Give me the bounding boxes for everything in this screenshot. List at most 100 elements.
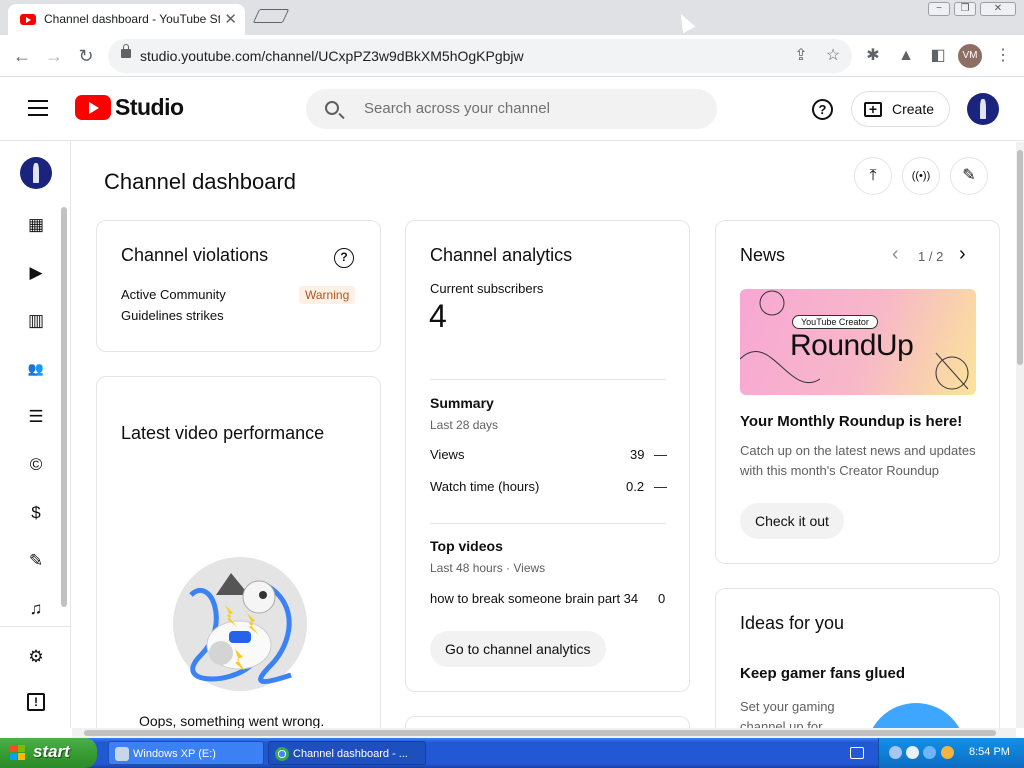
help-icon[interactable]: ?	[812, 99, 833, 120]
subscribers-count: 4	[429, 298, 447, 334]
go-to-analytics-button[interactable]: Go to channel analytics	[430, 631, 606, 667]
browser-toolbar: ← → ↻ studio.youtube.com/channel/UCxpPZ3…	[0, 35, 1024, 77]
news-prev-icon[interactable]: ‹	[892, 243, 899, 266]
volume-icon[interactable]	[906, 746, 919, 759]
search-input[interactable]: Search across your channel	[364, 100, 550, 117]
violations-title: Channel violations	[121, 245, 269, 265]
task-label: Channel dashboard - ...	[293, 748, 408, 760]
youtube-logo-icon[interactable]	[75, 95, 111, 120]
windows-taskbar: start Windows XP (E:) Channel dashboard …	[0, 738, 1024, 768]
system-tray: 8:54 PM	[878, 738, 1024, 768]
search-tray-icon[interactable]	[941, 746, 954, 759]
news-next-icon[interactable]: ›	[959, 243, 966, 266]
community-icon[interactable]: 👥	[24, 357, 48, 381]
dashboard-main: Channel dashboard ⤒ ((•)) ✎ Channel viol…	[72, 142, 1016, 728]
banner-title: RoundUp	[790, 329, 914, 362]
task-label: Windows XP (E:)	[133, 748, 216, 760]
ideas-body: Set your gaming channel up for	[740, 699, 835, 728]
restore-button[interactable]: ❐	[954, 2, 976, 16]
content-icon[interactable]: ▶	[24, 261, 48, 285]
settings-icon[interactable]: ⚙	[24, 645, 48, 669]
minimize-button[interactable]: −	[928, 2, 950, 16]
warning-badge: Warning	[299, 286, 356, 304]
analytics-divider	[430, 523, 666, 524]
news-card: News ‹ 1 / 2 › YouTube Creator RoundUp Y…	[715, 220, 1000, 564]
back-icon[interactable]: ←	[9, 43, 35, 69]
url-text: studio.youtube.com/channel/UCxpPZ3w9dBkX…	[140, 48, 524, 64]
page-scrollbar[interactable]	[1016, 142, 1024, 728]
keyboard-icon[interactable]	[850, 747, 864, 759]
browser-menu-icon[interactable]: ⋮	[992, 45, 1014, 67]
extensions-icon[interactable]: ✱	[862, 45, 884, 67]
ideas-headline: Keep gamer fans glued	[740, 665, 906, 682]
youtube-favicon-icon	[20, 14, 36, 25]
check-it-out-button[interactable]: Check it out	[740, 503, 844, 539]
chrome-icon	[275, 747, 289, 761]
banner-tag: YouTube Creator	[792, 315, 878, 329]
latest-video-title: Latest video performance	[121, 423, 325, 443]
copyright-icon[interactable]: ©	[24, 453, 48, 477]
audio-library-icon[interactable]: ♫	[24, 597, 48, 621]
browser-tab[interactable]: Channel dashboard - YouTube Studio ✕	[8, 4, 245, 35]
page-title: Channel dashboard	[104, 169, 297, 194]
violations-help-icon[interactable]: ?	[334, 248, 354, 268]
earn-icon[interactable]: $	[24, 501, 48, 525]
lock-icon[interactable]	[121, 44, 131, 58]
lab-flask-icon[interactable]: ▲	[895, 45, 917, 67]
customization-icon[interactable]: ✎	[24, 549, 48, 573]
news-body: Catch up on the latest news and updates …	[740, 443, 976, 478]
news-headline: Your Monthly Roundup is here!	[740, 413, 963, 430]
violations-label-line1: Active Community	[121, 287, 226, 302]
subtitles-icon[interactable]: ☰	[24, 405, 48, 429]
close-window-button[interactable]: ✕	[980, 2, 1016, 16]
roundup-banner[interactable]: YouTube Creator RoundUp	[740, 289, 976, 395]
channel-avatar[interactable]	[20, 157, 52, 189]
browser-tab-strip: Channel dashboard - YouTube Studio ✕ − ❐…	[0, 0, 1024, 35]
account-avatar[interactable]	[967, 93, 999, 125]
dashboard-icon[interactable]: ▦	[24, 213, 48, 237]
taskbar-item-windows-xp[interactable]: Windows XP (E:)	[108, 741, 264, 765]
metric-watchtime-label: Watch time (hours)	[430, 479, 540, 494]
forward-icon[interactable]: →	[41, 43, 67, 69]
ideas-card: Ideas for you Keep gamer fans glued Set …	[715, 588, 1000, 728]
analytics-icon[interactable]: ▥	[24, 309, 48, 333]
menu-icon[interactable]	[28, 100, 48, 116]
go-live-icon[interactable]: ((•))	[902, 157, 940, 195]
top-videos-title: Top videos	[430, 538, 503, 554]
horizontal-scrollbar[interactable]	[72, 728, 1016, 738]
feedback-icon[interactable]: !	[27, 693, 45, 711]
sidebar-divider	[0, 626, 71, 627]
sidebar-scrollbar[interactable]	[61, 207, 67, 607]
metric-views-value: 39	[630, 447, 645, 462]
share-icon[interactable]: ⇪	[790, 45, 812, 67]
create-button[interactable]: + Create	[851, 91, 950, 127]
channel-violations-card: Channel violations ? Active Community Gu…	[96, 220, 381, 352]
create-post-icon[interactable]: ✎	[950, 157, 988, 195]
taskbar-item-chrome[interactable]: Channel dashboard - ...	[268, 741, 426, 765]
address-bar[interactable]: studio.youtube.com/channel/UCxpPZ3w9dBkX…	[108, 39, 852, 73]
search-icon[interactable]	[325, 101, 339, 115]
summary-title: Summary	[430, 395, 494, 411]
side-panel-icon[interactable]: ◧	[927, 45, 949, 67]
start-button[interactable]: start	[0, 738, 97, 768]
drive-icon	[115, 747, 129, 761]
summary-period: Last 28 days	[430, 418, 499, 432]
security-icon[interactable]	[923, 746, 936, 759]
tab-close-icon[interactable]: ✕	[224, 10, 237, 28]
upload-icon[interactable]: ⤒	[854, 157, 892, 195]
browser-profile-avatar[interactable]: VM	[958, 44, 982, 68]
news-title: News	[740, 245, 786, 265]
search-box[interactable]: Search across your channel	[306, 89, 717, 129]
bookmark-star-icon[interactable]: ☆	[822, 45, 844, 67]
windows-flag-icon	[10, 745, 26, 761]
create-label: Create	[892, 101, 935, 117]
new-tab-button[interactable]	[252, 9, 290, 23]
tab-title: Channel dashboard - YouTube Studio	[44, 12, 220, 26]
top-video-title[interactable]: how to break someone brain part 34	[430, 591, 638, 606]
top-video-views: 0	[658, 591, 666, 606]
news-pager: 1 / 2	[918, 249, 944, 264]
reload-icon[interactable]: ↻	[73, 43, 99, 69]
network-icon[interactable]	[889, 746, 902, 759]
studio-logo-text[interactable]: Studio	[115, 94, 184, 121]
latest-video-card: Latest video performance Oops, something…	[96, 376, 381, 728]
